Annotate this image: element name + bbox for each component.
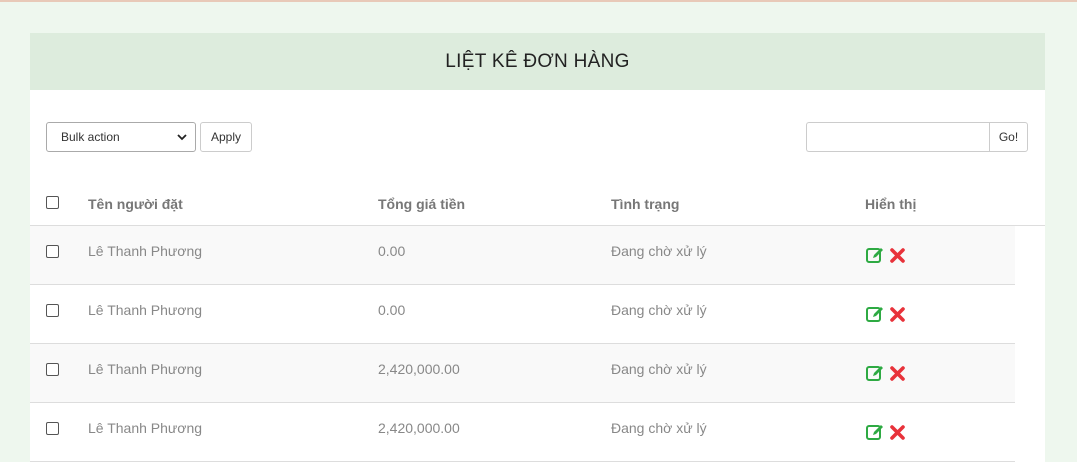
top-accent-line — [0, 0, 1077, 2]
row-status: Đang chờ xử lý — [611, 243, 707, 259]
row-name: Lê Thanh Phương — [88, 361, 203, 377]
header-total: Tổng giá tiền — [378, 196, 466, 212]
delete-icon[interactable] — [888, 422, 908, 442]
table-header-row: Tên người đặt Tổng giá tiền Tình trạng H… — [30, 180, 1045, 226]
edit-icon[interactable] — [865, 422, 885, 442]
row-name: Lê Thanh Phương — [88, 243, 203, 259]
header-display: Hiển thị — [865, 196, 917, 212]
bulk-action-select[interactable]: Bulk action — [46, 122, 196, 152]
select-all-checkbox[interactable] — [46, 196, 59, 209]
row-total: 2,420,000.00 — [378, 420, 460, 436]
delete-icon[interactable] — [888, 245, 908, 265]
row-name: Lê Thanh Phương — [88, 420, 203, 436]
table-row: Lê Thanh Phương 0.00 Đang chờ xử lý — [30, 285, 1015, 344]
delete-icon[interactable] — [888, 304, 908, 324]
header-status: Tình trạng — [611, 196, 680, 212]
apply-button[interactable]: Apply — [200, 122, 252, 152]
row-checkbox[interactable] — [46, 245, 59, 258]
search-input[interactable] — [806, 122, 989, 152]
orders-panel: LIỆT KÊ ĐƠN HÀNG Bulk action Apply Go! T… — [30, 33, 1045, 462]
go-button[interactable]: Go! — [989, 122, 1028, 152]
bulk-action-selected-value: Bulk action — [61, 130, 120, 144]
row-status: Đang chờ xử lý — [611, 302, 707, 318]
row-status: Đang chờ xử lý — [611, 420, 707, 436]
edit-icon[interactable] — [865, 363, 885, 383]
row-total: 0.00 — [378, 243, 406, 259]
row-checkbox[interactable] — [46, 304, 59, 317]
row-checkbox[interactable] — [46, 422, 59, 435]
edit-icon[interactable] — [865, 304, 885, 324]
table-toolbar: Bulk action Apply Go! — [30, 90, 1045, 180]
delete-icon[interactable] — [888, 363, 908, 383]
header-name: Tên người đặt — [88, 196, 183, 212]
row-name: Lê Thanh Phương — [88, 302, 203, 318]
table-row: Lê Thanh Phương 0.00 Đang chờ xử lý — [30, 226, 1015, 285]
row-actions — [865, 304, 908, 324]
row-actions — [865, 363, 908, 383]
chevron-down-icon — [177, 134, 187, 141]
row-checkbox[interactable] — [46, 363, 59, 376]
row-actions — [865, 245, 908, 265]
table-row: Lê Thanh Phương 2,420,000.00 Đang chờ xử… — [30, 403, 1015, 462]
row-status: Đang chờ xử lý — [611, 361, 707, 377]
table-row: Lê Thanh Phương 2,420,000.00 Đang chờ xử… — [30, 344, 1015, 403]
search-group: Go! — [806, 122, 1028, 152]
row-total: 0.00 — [378, 302, 406, 318]
row-total: 2,420,000.00 — [378, 361, 460, 377]
panel-title: LIỆT KÊ ĐƠN HÀNG — [30, 33, 1045, 90]
edit-icon[interactable] — [865, 245, 885, 265]
orders-table: Tên người đặt Tổng giá tiền Tình trạng H… — [30, 180, 1045, 462]
row-actions — [865, 422, 908, 442]
